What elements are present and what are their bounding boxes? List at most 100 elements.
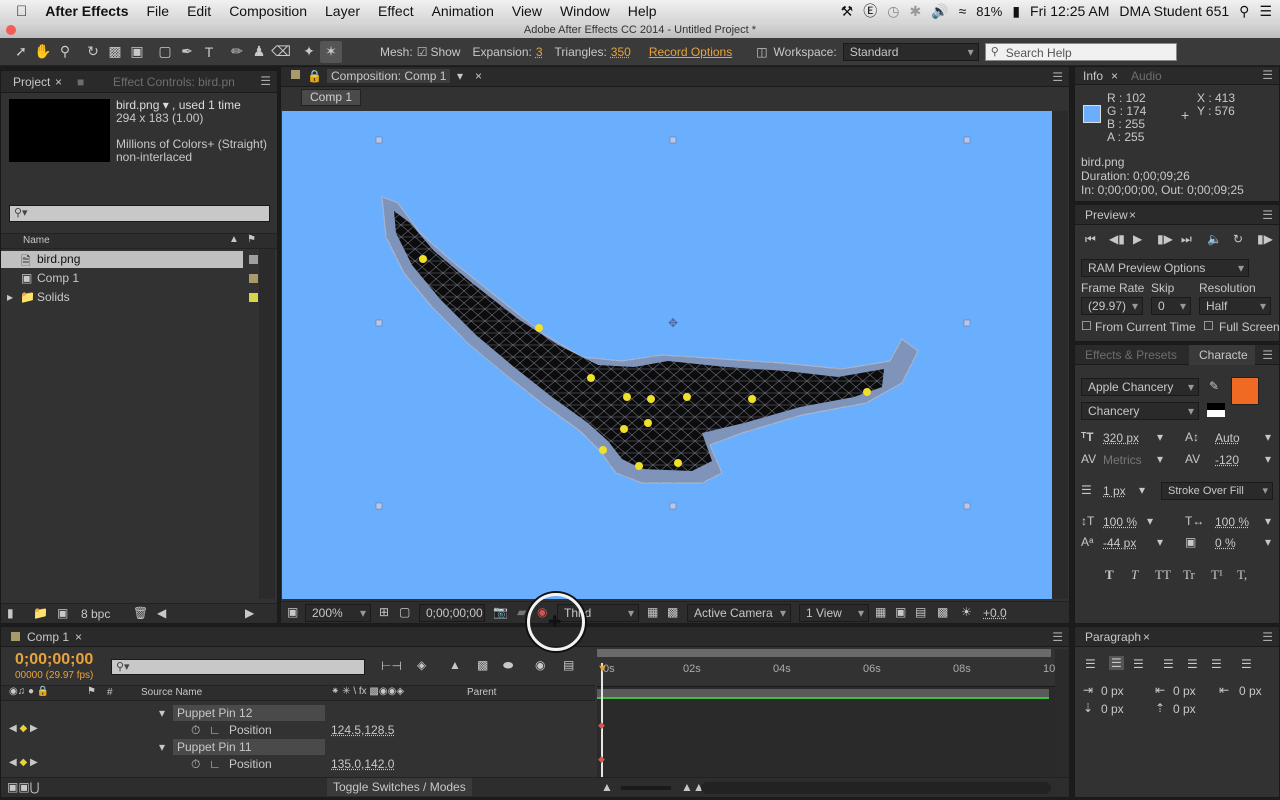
baseline-shift-value[interactable]: -44 px xyxy=(1103,536,1136,550)
anchor-point-icon[interactable]: ✥ xyxy=(668,316,678,330)
first-frame-icon[interactable]: ⏮ xyxy=(1085,232,1096,247)
record-options-link[interactable]: Record Options xyxy=(649,45,732,59)
font-style-select[interactable]: Chancery xyxy=(1081,402,1199,420)
menu-file[interactable]: File xyxy=(138,3,179,19)
tab-character[interactable]: Characte xyxy=(1189,345,1255,365)
close-window-icon[interactable] xyxy=(6,25,16,35)
tab-audio[interactable]: Audio xyxy=(1131,69,1162,83)
bluetooth-icon[interactable]: ✱ xyxy=(909,3,921,20)
exposure-value[interactable]: +0.0 xyxy=(983,606,1007,620)
draft-3d-icon[interactable]: ◈ xyxy=(417,658,426,672)
tab-paragraph[interactable]: Paragraph xyxy=(1085,630,1141,644)
vertical-scale-value[interactable]: 100 % xyxy=(1103,515,1137,529)
horizontal-scale-value[interactable]: 100 % xyxy=(1215,515,1249,529)
ram-preview-options-select[interactable]: RAM Preview Options xyxy=(1081,259,1249,277)
justify-last-left-icon[interactable]: ☰ xyxy=(1163,657,1174,671)
kerning-value[interactable]: Metrics xyxy=(1103,453,1142,467)
ram-preview-icon[interactable]: ▮▶ xyxy=(1257,232,1273,246)
full-screen-checkbox[interactable]: ☐ xyxy=(1203,319,1214,333)
panel-menu-icon[interactable]: ☰ xyxy=(260,74,271,88)
layer-duration-bar[interactable] xyxy=(597,689,1049,699)
hide-shy-layers-icon[interactable]: ▲ xyxy=(449,658,461,672)
work-area-bar[interactable] xyxy=(597,649,1051,657)
show-snapshot-icon[interactable]: ▰ xyxy=(517,605,526,619)
horizontal-scale-dropdown-icon[interactable]: ▾ xyxy=(1265,514,1271,528)
font-family-select[interactable]: Apple Chancery xyxy=(1081,378,1199,396)
menu-composition[interactable]: Composition xyxy=(220,3,316,19)
previous-frame-icon[interactable]: ◀▮ xyxy=(1109,232,1125,246)
tab-timeline-comp[interactable]: Comp 1 xyxy=(27,630,69,644)
puppet-pin[interactable] xyxy=(647,395,655,403)
baseline-shift-dropdown-icon[interactable]: ▾ xyxy=(1157,535,1163,549)
last-frame-icon[interactable]: ⏭ xyxy=(1181,232,1192,247)
scroll-right-icon[interactable]: ▶ xyxy=(245,606,254,620)
name-column-header[interactable]: Name xyxy=(23,235,50,246)
menu-help[interactable]: Help xyxy=(619,3,666,19)
leading-value[interactable]: Auto xyxy=(1215,431,1240,445)
current-time-field[interactable]: 0;00;00;00 xyxy=(419,604,485,637)
workspace-toggle-icon[interactable]: ◫ xyxy=(756,45,767,59)
panel-menu-icon[interactable]: ☰ xyxy=(1262,208,1273,222)
position-value[interactable]: 124.5,128.5 xyxy=(331,723,394,737)
puppet-pin[interactable] xyxy=(599,446,607,454)
eraser-tool-icon[interactable]: ⌫ xyxy=(270,41,292,63)
list-item[interactable]: ▣ Comp 1 xyxy=(1,270,243,287)
brush-tool-icon[interactable]: ✏ xyxy=(226,41,248,63)
loop-icon[interactable]: ↻ xyxy=(1233,232,1243,246)
notification-icon[interactable]: ☰ xyxy=(1259,3,1272,20)
bounding-handle[interactable] xyxy=(375,136,383,144)
indent-left-value[interactable]: 0 px xyxy=(1101,684,1124,698)
leading-dropdown-icon[interactable]: ▾ xyxy=(1265,430,1271,444)
close-tab-icon[interactable]: × xyxy=(1129,208,1136,222)
expand-arrow-icon[interactable]: ▸ xyxy=(7,290,13,304)
justify-all-icon[interactable]: ☰ xyxy=(1241,657,1252,671)
position-value[interactable]: 135.0,142.0 xyxy=(331,757,394,771)
spotlight-icon[interactable]: ⚲ xyxy=(1239,3,1249,20)
volume-icon[interactable]: 🔊 xyxy=(931,3,948,20)
time-machine-icon[interactable]: ◷ xyxy=(887,3,899,20)
grid-guides-icon[interactable]: ⊞ xyxy=(379,605,389,619)
timeline-vertical-scrollbar[interactable] xyxy=(1055,649,1069,777)
mute-audio-icon[interactable]: 🔈 xyxy=(1207,232,1222,246)
panel-menu-icon[interactable]: ☰ xyxy=(1262,630,1273,644)
flowchart-icon[interactable]: ▩ xyxy=(937,605,948,619)
pen-tool-icon[interactable]: ✒ xyxy=(176,41,198,63)
table-row[interactable]: ▾ Puppet Pin 12 xyxy=(1,705,595,722)
panel-menu-icon[interactable]: ☰ xyxy=(1262,348,1273,362)
vertical-scale-dropdown-icon[interactable]: ▾ xyxy=(1147,514,1153,528)
panel-menu-icon[interactable]: ☰ xyxy=(1052,70,1063,84)
small-caps-button[interactable]: Tr xyxy=(1183,567,1195,583)
puppet-pin[interactable] xyxy=(623,393,631,401)
transparency-grid-icon[interactable]: ▩ xyxy=(667,605,678,619)
zoom-tool-icon[interactable]: ⚲ xyxy=(54,41,76,63)
stroke-mode-select[interactable]: Stroke Over Fill xyxy=(1161,482,1273,500)
tab-info[interactable]: Info xyxy=(1083,69,1103,83)
table-row[interactable]: ◀ ◆ ▶ ⏱ ∟ Position 135.0,142.0 xyxy=(1,756,595,773)
align-center-icon[interactable]: ☰ xyxy=(1109,656,1124,670)
snapshot-icon[interactable]: 📷 xyxy=(493,605,508,619)
interpret-footage-icon[interactable]: ▮ xyxy=(7,606,14,620)
bounding-handle[interactable] xyxy=(963,319,971,327)
apple-menu-icon[interactable]:  xyxy=(0,3,36,20)
composition-mini-flowchart-icon[interactable]: ⊢⊣ xyxy=(381,659,402,673)
zoom-slider[interactable] xyxy=(621,786,671,790)
project-search-input[interactable]: ⚲▾ xyxy=(9,205,270,222)
rectangle-tool-icon[interactable]: ▢ xyxy=(154,41,176,63)
bounding-handle[interactable] xyxy=(669,502,677,510)
keyframe-navigator-icon[interactable]: ◀ ◆ ▶ xyxy=(9,723,38,734)
font-size-value[interactable]: 320 px xyxy=(1103,431,1139,445)
zoom-out-icon[interactable]: ▲ xyxy=(601,780,613,794)
hand-tool-icon[interactable]: ✋ xyxy=(32,41,54,63)
kerning-dropdown-icon[interactable]: ▾ xyxy=(1157,452,1163,466)
tsume-dropdown-icon[interactable]: ▾ xyxy=(1265,535,1271,549)
close-tab-icon[interactable]: × xyxy=(55,75,62,89)
mask-visibility-icon[interactable]: ▢ xyxy=(399,605,410,619)
lock-icon[interactable]: 🔒 xyxy=(307,69,322,83)
tracking-value[interactable]: -120 xyxy=(1215,453,1239,467)
menu-animation[interactable]: Animation xyxy=(423,3,503,19)
faux-bold-button[interactable]: T xyxy=(1105,567,1114,583)
region-of-interest-icon[interactable]: ▦ xyxy=(647,605,658,619)
fill-color-swatch[interactable] xyxy=(1231,377,1259,405)
twirl-down-icon[interactable]: ▾ xyxy=(159,706,165,720)
menu-effect[interactable]: Effect xyxy=(369,3,423,19)
